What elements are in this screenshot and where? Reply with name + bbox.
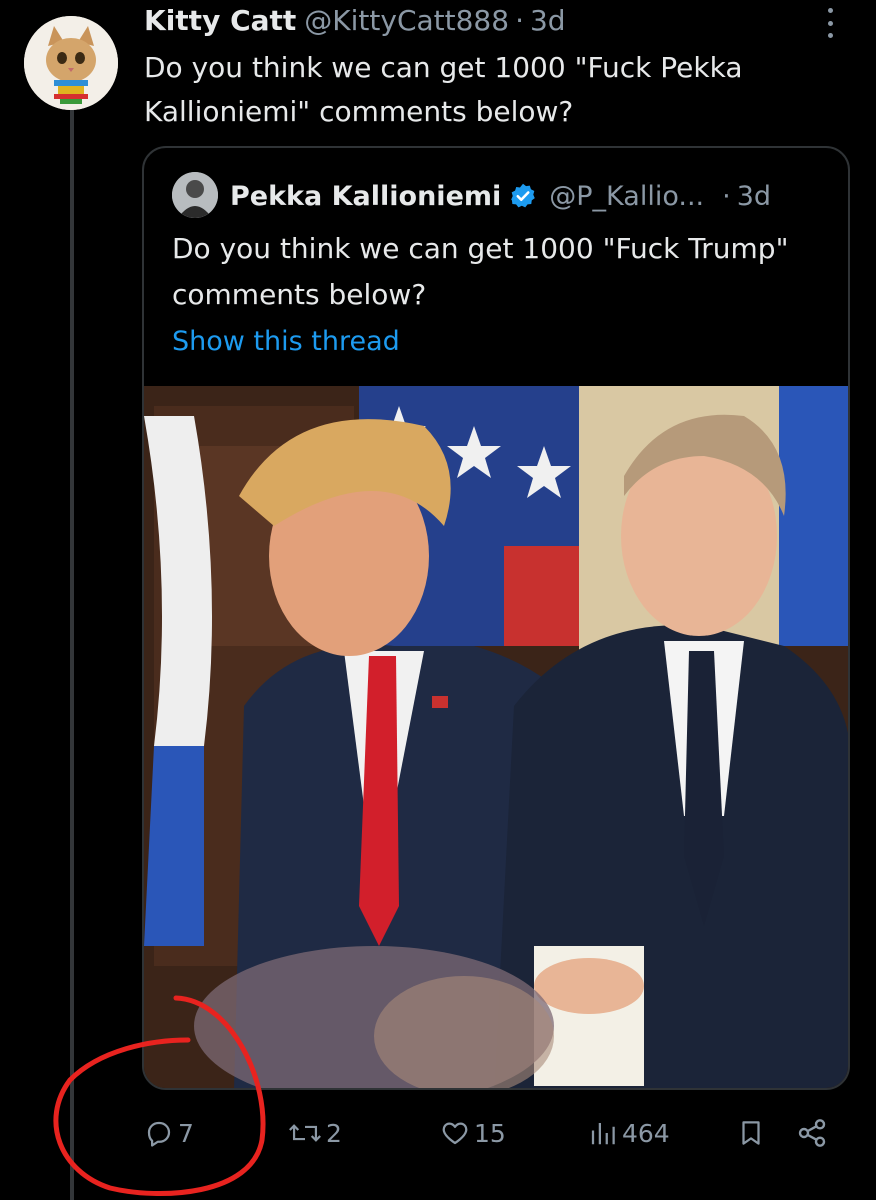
- quoted-tweet-card[interactable]: Pekka Kallioniemi @P_Kallio... · 3d Do y…: [142, 146, 850, 1090]
- tweet-action-bar: 7 2 15 464: [142, 1110, 842, 1156]
- cat-avatar-image: [24, 16, 118, 110]
- tweet-timestamp[interactable]: 3d: [530, 4, 566, 37]
- quoted-tweet-timestamp[interactable]: 3d: [737, 181, 771, 212]
- reply-button[interactable]: 7: [144, 1110, 194, 1156]
- views-button[interactable]: 464: [588, 1110, 670, 1156]
- quoted-tweet-text: Do you think we can get 1000 "Fuck Trump…: [172, 232, 789, 311]
- more-vertical-icon[interactable]: [820, 8, 840, 38]
- like-button[interactable]: 15: [440, 1110, 506, 1156]
- tweet-photo[interactable]: [144, 386, 848, 1088]
- author-handle[interactable]: @KittyCatt888: [304, 4, 509, 37]
- share-button[interactable]: [796, 1110, 832, 1156]
- tweet-header: Kitty Catt @KittyCatt888 · 3d: [144, 0, 566, 40]
- reply-count: 7: [178, 1118, 194, 1148]
- like-count: 15: [474, 1118, 506, 1148]
- tweet-text: Do you think we can get 1000 "Fuck Pekka…: [144, 51, 743, 128]
- reply-icon: [147, 1121, 171, 1147]
- separator-dot: ·: [515, 3, 524, 37]
- views-icon: [591, 1123, 615, 1145]
- thread-line: [70, 92, 74, 1200]
- author-display-name[interactable]: Kitty Catt: [144, 4, 296, 37]
- repost-count: 2: [326, 1118, 342, 1148]
- show-thread-link[interactable]: Show this thread: [172, 326, 400, 357]
- views-count: 464: [622, 1118, 670, 1148]
- bookmark-icon: [742, 1121, 760, 1145]
- photo-illustration: [144, 386, 848, 1088]
- person-avatar-image: [172, 172, 218, 218]
- quoted-author-avatar[interactable]: [172, 172, 218, 218]
- verified-badge-icon: [509, 182, 537, 210]
- author-avatar[interactable]: [24, 16, 118, 110]
- quoted-tweet-header: Pekka Kallioniemi @P_Kallio... · 3d: [230, 174, 771, 218]
- repost-button[interactable]: 2: [288, 1110, 342, 1156]
- bookmark-button[interactable]: [736, 1110, 770, 1156]
- share-icon: [798, 1119, 826, 1147]
- quoted-separator-dot: ·: [722, 180, 731, 212]
- quoted-author-handle[interactable]: @P_Kallio...: [549, 181, 704, 212]
- heart-icon: [442, 1122, 468, 1145]
- quoted-author-display-name[interactable]: Pekka Kallioniemi: [230, 181, 501, 212]
- repost-icon: [289, 1124, 321, 1142]
